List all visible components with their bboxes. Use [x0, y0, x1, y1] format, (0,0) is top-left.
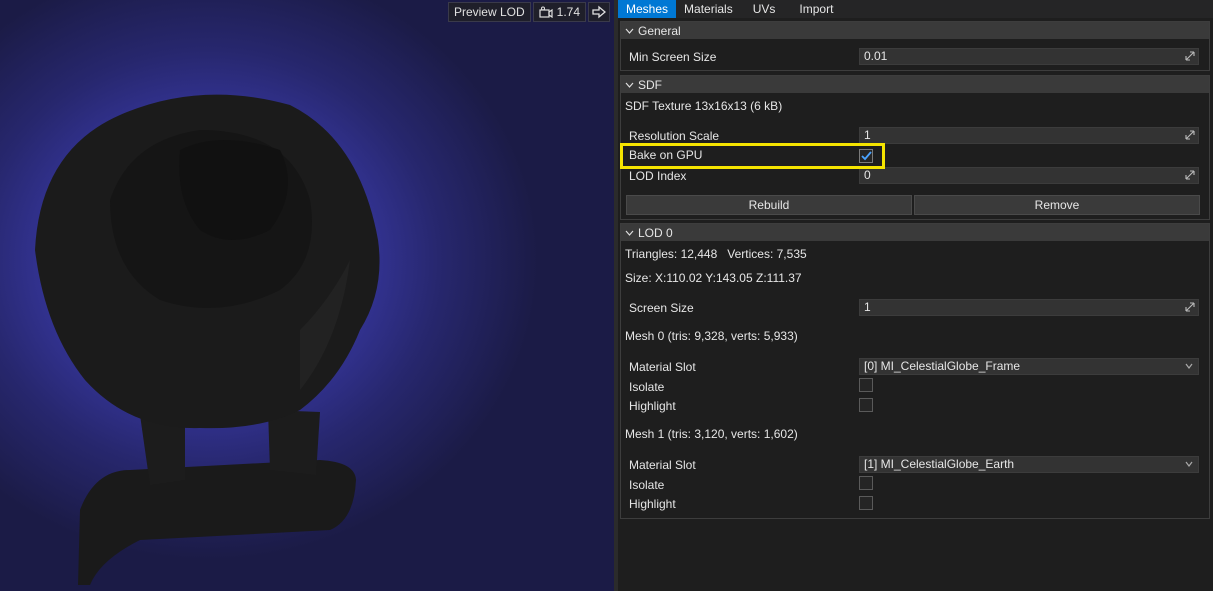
annotation-highlight: [620, 143, 885, 169]
sdf-texture-info: SDF Texture 13x16x13 (6 kB): [625, 99, 783, 113]
resolution-scale-field[interactable]: 1: [859, 127, 1199, 144]
view-options-button[interactable]: [588, 2, 610, 22]
mesh1-material-slot-label: Material Slot: [629, 458, 696, 472]
view-speed-button[interactable]: 1.74: [532, 2, 586, 22]
mesh1-header: Mesh 1 (tris: 3,120, verts: 1,602): [625, 427, 798, 441]
screen-size-label: Screen Size: [629, 301, 694, 315]
lod0-triangles-vertices: Triangles: 12,448 Vertices: 7,535: [625, 247, 807, 261]
resize-icon[interactable]: [1185, 51, 1195, 61]
resize-icon[interactable]: [1185, 302, 1195, 312]
preview-lod-button[interactable]: Preview LOD: [447, 2, 531, 22]
tab-materials[interactable]: Materials: [676, 0, 741, 18]
chevron-down-icon: [1185, 461, 1193, 467]
model-preview-viewport[interactable]: Preview LOD 1.74: [0, 0, 614, 591]
chevron-down-icon: [625, 28, 634, 34]
chevron-down-icon: [625, 230, 634, 236]
mesh1-material-slot-value: [1] MI_CelestialGlobe_Earth: [864, 457, 1015, 471]
mesh0-highlight-label: Highlight: [629, 399, 676, 413]
lod0-header[interactable]: LOD 0: [621, 224, 1209, 241]
lod0-size: Size: X:110.02 Y:143.05 Z:111.37: [625, 271, 802, 285]
mesh0-highlight-row: Highlight: [621, 397, 1209, 415]
mesh1-isolate-label: Isolate: [629, 478, 665, 492]
chevron-down-icon: [1185, 363, 1193, 369]
tab-uvs[interactable]: UVs: [741, 0, 788, 18]
mesh0-material-slot-label: Material Slot: [629, 360, 696, 374]
tab-import[interactable]: Import: [787, 0, 845, 18]
tab-bar: Meshes Materials UVs Import: [618, 0, 1213, 18]
min-screen-size-field[interactable]: 0.01: [859, 48, 1199, 65]
mesh1-highlight-row: Highlight: [621, 495, 1209, 513]
resize-icon[interactable]: [1185, 170, 1195, 180]
lod-index-row: LOD Index 0: [621, 167, 1209, 185]
chevron-down-icon: [625, 82, 634, 88]
mesh0-material-slot-row: Material Slot [0] MI_CelestialGlobe_Fram…: [621, 358, 1209, 376]
properties-panel: Meshes Materials UVs Import General Min …: [618, 0, 1213, 591]
mesh1-material-slot-row: Material Slot [1] MI_CelestialGlobe_Eart…: [621, 456, 1209, 474]
viewport-toolbar: Preview LOD 1.74: [447, 2, 610, 22]
mesh1-highlight-checkbox[interactable]: [859, 496, 873, 510]
mesh0-isolate-row: Isolate: [621, 378, 1209, 396]
rebuild-button[interactable]: Rebuild: [626, 195, 912, 215]
remove-button[interactable]: Remove: [914, 195, 1200, 215]
min-screen-size-value: 0.01: [864, 49, 888, 63]
mesh1-highlight-label: Highlight: [629, 497, 676, 511]
min-screen-size-label: Min Screen Size: [629, 50, 717, 64]
mesh1-isolate-row: Isolate: [621, 476, 1209, 494]
lod-index-field[interactable]: 0: [859, 167, 1199, 184]
arrow-right-icon: [592, 5, 606, 19]
preview-lod-label: Preview LOD: [453, 5, 525, 19]
mesh0-isolate-label: Isolate: [629, 380, 665, 394]
resize-icon[interactable]: [1185, 130, 1195, 140]
general-title: General: [638, 23, 681, 38]
lod-index-value: 0: [864, 168, 871, 182]
tab-meshes[interactable]: Meshes: [618, 0, 677, 18]
sdf-title: SDF: [638, 77, 662, 92]
view-speed-value: 1.74: [556, 5, 580, 19]
mesh1-isolate-checkbox[interactable]: [859, 476, 873, 490]
general-group: General Min Screen Size 0.01: [620, 21, 1210, 71]
screen-size-value: 1: [864, 300, 871, 314]
screen-size-row: Screen Size 1: [621, 299, 1209, 317]
camera-icon: [539, 6, 553, 18]
mesh1-material-slot-dropdown[interactable]: [1] MI_CelestialGlobe_Earth: [859, 456, 1199, 473]
sdf-header[interactable]: SDF: [621, 76, 1209, 93]
mesh0-isolate-checkbox[interactable]: [859, 378, 873, 392]
resolution-scale-value: 1: [864, 128, 871, 142]
min-screen-size-row: Min Screen Size 0.01: [621, 48, 1209, 66]
resolution-scale-label: Resolution Scale: [629, 129, 720, 143]
mesh0-header: Mesh 0 (tris: 9,328, verts: 5,933): [625, 329, 798, 343]
screen-size-field[interactable]: 1: [859, 299, 1199, 316]
general-header[interactable]: General: [621, 22, 1209, 39]
lod-index-label: LOD Index: [629, 169, 687, 183]
lod0-title: LOD 0: [638, 225, 673, 240]
mesh0-material-slot-dropdown[interactable]: [0] MI_CelestialGlobe_Frame: [859, 358, 1199, 375]
mesh0-material-slot-value: [0] MI_CelestialGlobe_Frame: [864, 359, 1021, 373]
lod0-group: LOD 0 Triangles: 12,448 Vertices: 7,535 …: [620, 223, 1210, 519]
model-silhouette: [35, 94, 380, 585]
mesh0-highlight-checkbox[interactable]: [859, 398, 873, 412]
